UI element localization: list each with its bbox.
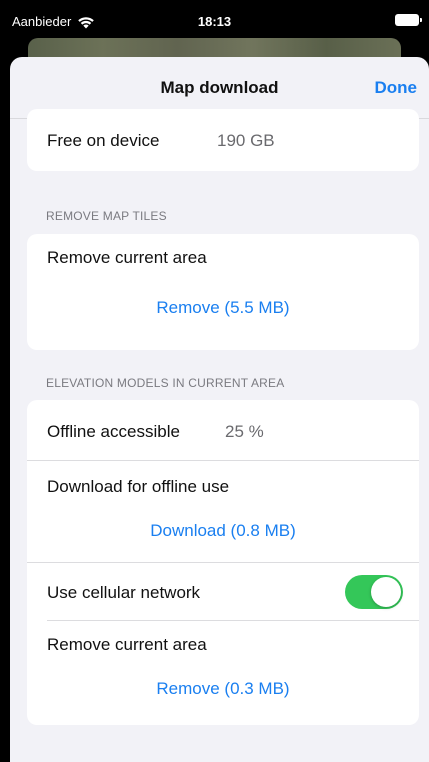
status-time: 18:13 — [197, 14, 232, 29]
page-title: Map download — [160, 78, 279, 97]
download-action-row[interactable]: Download (0.8 MB) — [27, 507, 419, 563]
toggle-knob — [371, 577, 401, 607]
remove-tiles-action-row[interactable]: Remove (5.5 MB) — [27, 292, 419, 350]
remove-tiles-button[interactable]: Remove (5.5 MB) — [27, 298, 419, 318]
offline-accessible-value: 25 % — [225, 422, 264, 441]
offline-accessible-row: Offline accessible 25 % — [27, 400, 419, 461]
remove-elevation-label-row: Remove current area — [27, 621, 419, 667]
done-button[interactable]: Done — [375, 78, 418, 98]
free-on-device-row: Free on device 190 GB — [27, 113, 419, 171]
offline-accessible-label: Offline accessible — [47, 422, 180, 441]
elevation-card: Offline accessible 25 % Download for off… — [27, 400, 419, 725]
remove-elevation-label: Remove current area — [47, 635, 207, 654]
elevation-header: ELEVATION MODELS IN CURRENT AREA — [46, 376, 285, 390]
remove-tiles-label: Remove current area — [47, 248, 207, 267]
remove-tiles-label-row: Remove current area — [27, 234, 419, 292]
cellular-row: Use cellular network — [27, 563, 419, 621]
free-on-device-label: Free on device — [47, 131, 160, 150]
remove-tiles-header: REMOVE MAP TILES — [46, 209, 167, 223]
remove-elevation-action-row[interactable]: Remove (0.3 MB) — [27, 667, 419, 723]
status-bar: Aanbieder 18:13 — [0, 0, 429, 36]
remove-elevation-button[interactable]: Remove (0.3 MB) — [27, 679, 419, 699]
download-button[interactable]: Download (0.8 MB) — [27, 521, 419, 541]
map-background — [28, 38, 401, 58]
cellular-label: Use cellular network — [47, 583, 201, 602]
free-on-device-value: 190 GB — [217, 131, 275, 150]
map-download-sheet: Map download Done Free on device 190 GB … — [10, 57, 429, 762]
remove-tiles-card: Remove current area Remove (5.5 MB) — [27, 234, 419, 350]
storage-card: Free on device 190 GB — [27, 109, 419, 171]
download-label-row: Download for offline use — [27, 461, 419, 507]
download-label: Download for offline use — [47, 477, 230, 496]
battery-icon — [395, 14, 422, 26]
cellular-toggle[interactable] — [345, 575, 403, 609]
